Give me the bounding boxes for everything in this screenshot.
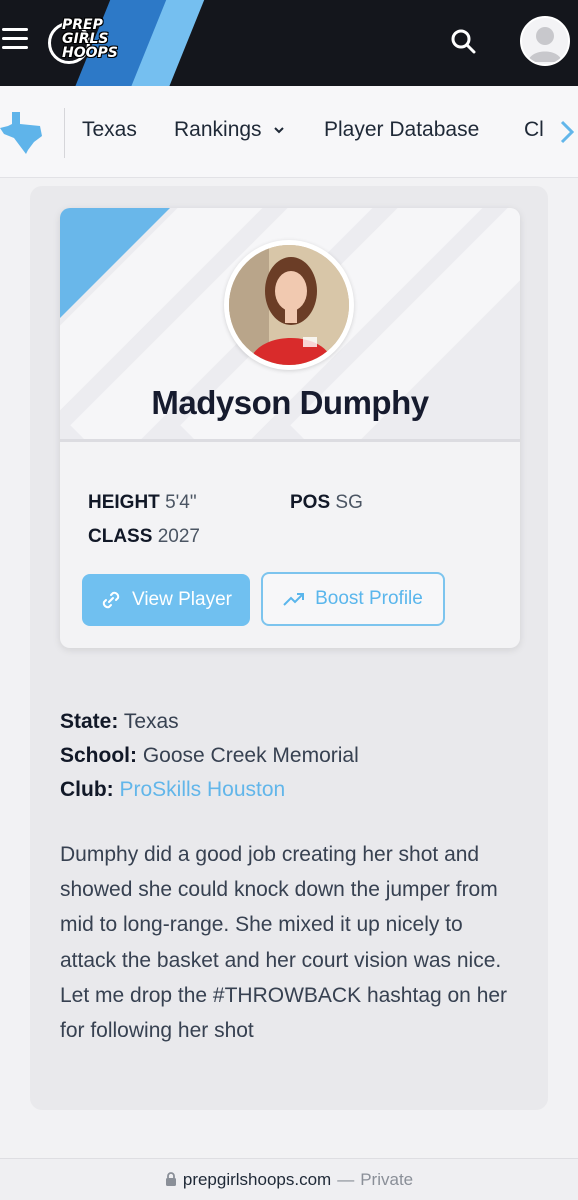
- player-description: Dumphy did a good job creating her shot …: [60, 843, 508, 1043]
- info-school-label: School:: [60, 744, 137, 767]
- card-corner-accent: [60, 208, 170, 318]
- club-link[interactable]: ProSkills Houston: [120, 778, 286, 801]
- logo-text: PREP GIRLS HOOPS: [62, 17, 118, 61]
- info-state-label: State:: [60, 710, 119, 733]
- chevron-down-icon: [274, 127, 285, 134]
- nav-item-rankings-label: Rankings: [174, 118, 262, 141]
- view-player-label: View Player: [132, 589, 232, 610]
- nav-item-clubs[interactable]: Cl: [524, 118, 544, 142]
- chevron-right-icon[interactable]: [560, 120, 575, 149]
- player-name: Madyson Dumphy: [151, 384, 429, 421]
- boost-profile-label: Boost Profile: [315, 588, 423, 609]
- lock-icon: [165, 1172, 176, 1186]
- stat-height: HEIGHT 5'4": [88, 492, 197, 514]
- stat-class: CLASS 2027: [88, 526, 200, 548]
- boost-profile-button[interactable]: Boost Profile: [261, 572, 445, 626]
- stat-position: POS SG: [290, 492, 363, 514]
- nav-item-rankings[interactable]: Rankings: [174, 118, 285, 142]
- hamburger-icon[interactable]: [2, 28, 28, 50]
- nav-divider: [64, 108, 65, 158]
- view-player-button[interactable]: View Player: [82, 574, 250, 626]
- info-state: State: Texas: [60, 710, 179, 734]
- site-logo[interactable]: PREP GIRLS HOOPS: [46, 16, 136, 66]
- info-club: Club: ProSkills Houston: [60, 778, 285, 802]
- browser-mode: Private: [360, 1169, 414, 1189]
- info-school: School: Goose Creek Memorial: [60, 744, 359, 768]
- user-avatar-icon[interactable]: [520, 16, 570, 66]
- stat-pos-value: SG: [335, 492, 363, 513]
- nav-item-player-database[interactable]: Player Database: [324, 118, 479, 142]
- browser-url: prepgirlshoops.com: [182, 1169, 332, 1189]
- info-club-label: Club:: [60, 778, 114, 801]
- link-icon: [102, 591, 120, 609]
- stat-height-label: HEIGHT: [88, 492, 160, 513]
- browser-separator: —: [337, 1169, 355, 1189]
- site-header: PREP GIRLS HOOPS: [0, 0, 578, 86]
- player-card-header: Madyson Dumphy: [60, 208, 520, 442]
- search-icon[interactable]: [450, 28, 476, 54]
- stat-class-label: CLASS: [88, 526, 153, 547]
- trending-up-icon: [283, 593, 305, 606]
- stat-pos-label: POS: [290, 492, 331, 513]
- info-school-value: Goose Creek Memorial: [142, 744, 359, 767]
- nav-item-texas[interactable]: Texas: [82, 118, 137, 142]
- texas-map-icon[interactable]: [0, 110, 44, 159]
- info-state-value: Texas: [123, 710, 179, 733]
- player-profile-card: Madyson Dumphy HEIGHT 5'4" POS SG CLASS …: [60, 208, 520, 648]
- player-photo: [224, 240, 354, 370]
- stat-height-value: 5'4": [165, 492, 197, 513]
- browser-address-bar[interactable]: prepgirlshoops.com — Private: [0, 1158, 578, 1200]
- stat-class-value: 2027: [157, 526, 200, 547]
